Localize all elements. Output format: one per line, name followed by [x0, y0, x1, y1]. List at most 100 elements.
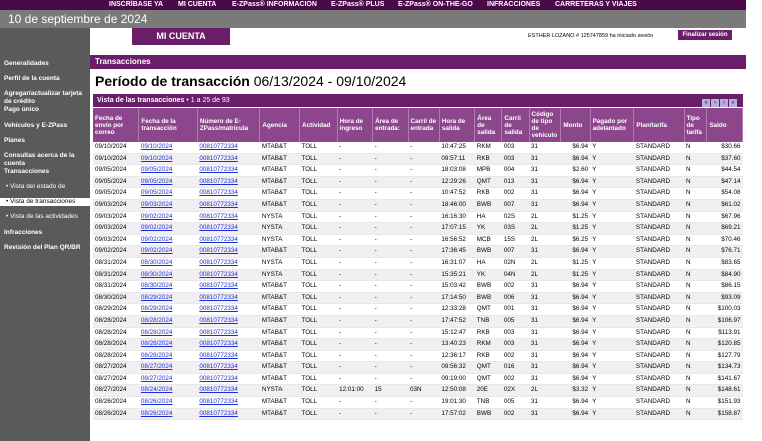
table-cell[interactable]: 08/28/2024 [138, 315, 198, 328]
table-cell: TOLL [299, 361, 338, 374]
sidebar-item-infracciones[interactable]: Infracciones [4, 229, 42, 237]
sidebar-item-consultas[interactable]: Consultas acerca de la cuenta [4, 152, 90, 168]
table-cell: $6.94 [560, 280, 591, 293]
sidebar-item-vehiculos[interactable]: Vehículos y E-ZPass [4, 122, 67, 130]
table-cell[interactable]: 00810772334 [197, 292, 260, 305]
table-cell: TOLL [299, 222, 338, 235]
sidebar-item-revision-plan[interactable]: Revisión del Plan QR/BR [4, 244, 81, 252]
sidebar-item-perfil[interactable]: Perfil de la cuenta [4, 75, 60, 83]
table-cell[interactable]: 00810772334 [197, 187, 260, 200]
table-cell[interactable]: 08/27/2024 [138, 373, 198, 386]
column-header[interactable]: Fecha de envío por correo [93, 108, 140, 142]
table-cell[interactable]: 09/02/2024 [138, 234, 198, 247]
nav-mi-cuenta[interactable]: MI CUENTA [178, 0, 216, 9]
table-cell[interactable]: 09/05/2024 [138, 164, 198, 177]
table-cell[interactable]: 09/05/2024 [138, 187, 198, 200]
table-cell[interactable]: 00810772334 [197, 222, 260, 235]
sidebar-item-planes[interactable]: Planes [4, 137, 25, 145]
sidebar-item-transacciones[interactable]: Transacciones [4, 168, 49, 176]
nav-ezpass-info[interactable]: E-ZPass® INFORMACIÓN [232, 0, 317, 9]
table-cell: - [337, 338, 373, 351]
nav-ezpass-on-the-go[interactable]: E-ZPass® ON-THE-GO [398, 0, 473, 9]
table-cell: $47.14 [706, 176, 743, 189]
sidebar-item-vista-transacciones[interactable]: • Vista de transacciones [0, 198, 90, 206]
sidebar-item-tarjeta[interactable]: Agregar/actualizar tarjeta de crédito [4, 90, 90, 106]
table-cell[interactable]: 08/28/2024 [138, 350, 198, 363]
sidebar-item-generalidades[interactable]: Generalidades [4, 60, 49, 68]
sidebar-item-vista-estado[interactable]: • Vista del estado de [6, 183, 65, 191]
table-cell[interactable]: 09/10/2024 [138, 142, 198, 154]
table-row: 08/30/2024 08/29/2024 00810772334 MTAB&T TOL… [93, 292, 743, 305]
table-cell[interactable]: 08/30/2024 [138, 257, 198, 270]
table-cell[interactable]: 00810772334 [197, 164, 260, 177]
table-cell[interactable]: 00810772334 [197, 176, 260, 189]
column-header: Carril de salida [501, 108, 530, 142]
table-cell: 31 [529, 338, 561, 351]
table-cell[interactable]: 00810772334 [197, 199, 260, 212]
table-cell[interactable]: 00810772334 [197, 153, 260, 166]
table-cell[interactable]: 09/02/2024 [138, 211, 198, 224]
table-cell[interactable]: 09/02/2024 [138, 245, 198, 258]
table-cell[interactable]: 00810772334 [197, 234, 260, 247]
table-cell[interactable]: 00810772334 [197, 338, 260, 351]
table-cell[interactable]: 08/26/2024 [138, 408, 198, 421]
table-cell[interactable]: 08/29/2024 [138, 292, 198, 305]
table-cell[interactable]: 00810772334 [197, 303, 260, 316]
table-cell[interactable]: 00810772334 [197, 269, 260, 282]
first-page-icon[interactable]: « [702, 99, 710, 107]
table-cell: TOLL [299, 142, 338, 154]
period-range: 06/13/2024 - 09/10/2024 [253, 73, 407, 89]
table-cell: NYSTA [259, 384, 300, 398]
table-cell[interactable]: 08/28/2024 [138, 327, 198, 340]
table-cell[interactable]: 08/26/2024 [138, 396, 198, 409]
table-cell[interactable]: 00810772334 [197, 373, 260, 386]
table-cell: 09/10/2024 [93, 142, 139, 154]
table-cell[interactable]: 00810772334 [197, 350, 260, 363]
table-cell[interactable]: 00810772334 [197, 327, 260, 340]
table-cell[interactable]: 00810772334 [197, 211, 260, 224]
table-cell: N [684, 396, 707, 409]
table-cell[interactable]: 08/30/2024 [138, 269, 198, 282]
table-cell[interactable]: 00810772334 [197, 384, 260, 398]
table-cell[interactable]: 08/27/2024 [138, 361, 198, 374]
table-cell: $76.71 [706, 245, 743, 258]
table-cell[interactable]: 00810772334 [197, 245, 260, 258]
table-cell[interactable]: 00810772334 [197, 257, 260, 270]
mi-cuenta-tab[interactable]: MI CUENTA [132, 28, 230, 45]
table-cell[interactable]: 09/03/2024 [138, 199, 198, 212]
table-cell: - [337, 315, 373, 328]
nav-ezpass-plus[interactable]: E-ZPass® PLUS [331, 0, 384, 9]
table-cell[interactable]: 00810772334 [197, 142, 260, 154]
table-cell: MTAB&T [259, 315, 300, 328]
table-cell[interactable]: 09/10/2024 [138, 153, 198, 166]
table-cell: TOLL [299, 373, 338, 386]
table-cell[interactable]: 08/28/2024 [138, 338, 198, 351]
table-cell[interactable]: 00810772334 [197, 280, 260, 293]
table-cell: $6.94 [560, 350, 591, 363]
table-cell: 08/28/2024 [93, 315, 139, 328]
table-cell: N [684, 245, 707, 258]
sidebar-item-pago-unico[interactable]: Pago único [4, 106, 39, 114]
table-cell[interactable]: 00810772334 [197, 408, 260, 421]
last-page-icon[interactable]: » [729, 99, 737, 107]
sidebar-item-vista-actividades[interactable]: • Vista de las actividades [6, 213, 78, 221]
column-header[interactable]: Fecha de la transacción [138, 108, 198, 142]
table-cell[interactable]: 00810772334 [197, 396, 260, 409]
next-page-icon[interactable]: › [720, 99, 728, 107]
nav-carreteras[interactable]: CARRETERAS Y VIAJES [555, 0, 637, 9]
prev-page-icon[interactable]: ‹ [711, 99, 719, 107]
nav-infracciones[interactable]: INFRACCIONES [487, 0, 540, 9]
table-cell[interactable]: 09/02/2024 [138, 222, 198, 235]
table-cell[interactable]: 00810772334 [197, 361, 260, 374]
table-cell[interactable]: 00810772334 [197, 315, 260, 328]
nav-inscribase[interactable]: INSCRÍBASE YA [109, 0, 163, 9]
table-row: 09/03/2024 09/02/2024 00810772334 NYSTA TOLL… [93, 234, 743, 247]
logout-button[interactable]: Finalizar sesión [678, 30, 732, 40]
table-cell[interactable]: 08/30/2024 [138, 280, 198, 293]
table-cell[interactable]: 08/29/2024 [138, 303, 198, 316]
table-cell[interactable]: 08/24/2024 [138, 384, 198, 398]
table-cell: - [337, 350, 373, 363]
table-cell[interactable]: 09/05/2024 [138, 176, 198, 189]
table-cell: MTAB&T [259, 338, 300, 351]
table-cell: STANDARD [633, 327, 684, 340]
